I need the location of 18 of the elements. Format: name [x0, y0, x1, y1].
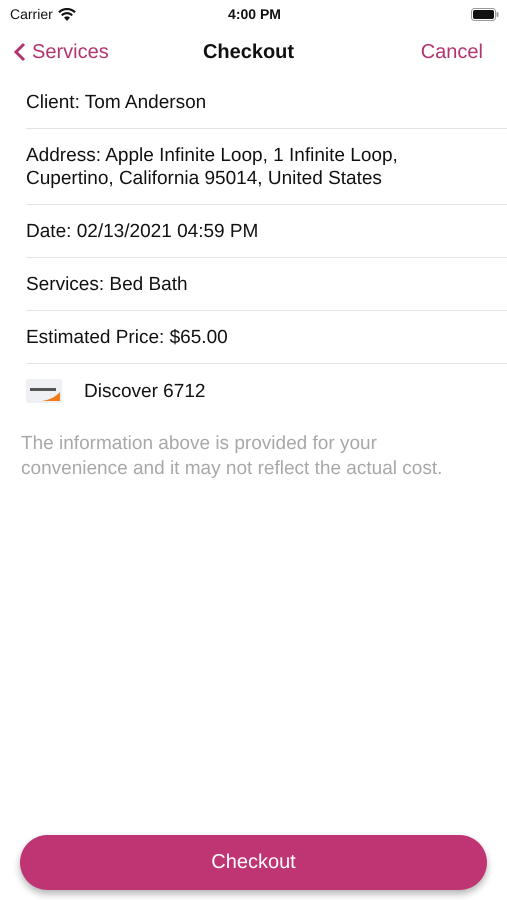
card-label: Discover 6712 [84, 380, 206, 402]
checkout-button[interactable]: Checkout [20, 835, 487, 890]
info-text: Address: Apple Infinite Loop, 1 Infinite Loop, Cupertino, California 95014, United States [26, 129, 507, 205]
wifi-icon [58, 8, 76, 20]
clock-time: 4:00 PM [228, 6, 281, 22]
page-title: Checkout [202, 40, 294, 64]
carrier-label: Carrier [10, 6, 53, 22]
info-text: Client: Tom Anderson [26, 76, 507, 129]
back-button[interactable]: Services [14, 40, 109, 64]
info-text: Estimated Price: $65.00 [26, 311, 507, 364]
battery-icon [470, 8, 499, 20]
chevron-left-icon [14, 42, 26, 62]
payment-row[interactable]: Discover 6712 [26, 364, 507, 417]
info-text: Services: Bed Bath [26, 258, 507, 311]
card-icon [26, 379, 62, 403]
disclaimer-text: The information above is provided for your convenience and it may not reflect the actual cost. [20, 432, 444, 481]
cancel-button[interactable]: Cancel [420, 40, 483, 64]
info-text: Date: 02/13/2021 04:59 PM [26, 205, 507, 258]
